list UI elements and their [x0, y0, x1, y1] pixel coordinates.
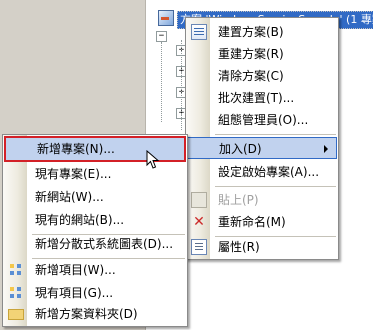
add-submenu: 新增專案(N)... 現有專案(E)... 新網站(W)... 現有的網站(B)…: [2, 134, 188, 327]
menu-item-new-solution-folder[interactable]: 新增方案資料夾(D): [4, 303, 186, 325]
build-solution-icon: [191, 24, 207, 40]
menu-item-batch-build[interactable]: 批次建置(T)...: [187, 87, 337, 109]
menu-item-label: 組態管理員(O)...: [218, 113, 309, 127]
visual-studio-screen: 方案 'WindowsServiceSample' (1 專案) − + + +…: [0, 0, 373, 330]
collapse-project-icon[interactable]: −: [156, 31, 167, 42]
menu-item-clean-solution[interactable]: 清除方案(C): [187, 65, 337, 87]
menu-item-label: 重新命名(M): [218, 215, 286, 229]
existing-item-icon: [8, 285, 24, 301]
menu-item-rename[interactable]: ✕ 重新命名(M): [187, 211, 337, 233]
menu-item-existing-item[interactable]: 現有項目(G)...: [4, 282, 186, 304]
mouse-pointer-icon: [146, 150, 160, 169]
properties-icon: [191, 239, 207, 255]
menu-item-label: 重建方案(R): [218, 47, 284, 61]
menu-item-configuration-manager[interactable]: 組態管理員(O)...: [187, 109, 337, 131]
tree-line: [161, 42, 163, 122]
menu-item-label: 清除方案(C): [218, 69, 284, 83]
menu-item-label: 貼上(P): [218, 193, 259, 207]
menu-item-properties[interactable]: 屬性(R): [187, 236, 337, 258]
tree-line: [181, 40, 183, 130]
menu-item-label: 新增專案(N)...: [37, 142, 115, 156]
menu-item-add[interactable]: 加入(D): [187, 137, 337, 159]
new-item-icon: [8, 262, 24, 278]
menu-item-rebuild-solution[interactable]: 重建方案(R): [187, 43, 337, 65]
menu-separator: [215, 186, 336, 187]
solution-context-menu: 建置方案(B) 重建方案(R) 清除方案(C) 批次建置(T)... 組態管理員…: [185, 17, 339, 260]
menu-item-label: 現有專案(E)...: [35, 167, 112, 181]
menu-item-set-startup-projects[interactable]: 設定啟始專案(A)...: [187, 161, 337, 183]
menu-separator: [215, 134, 336, 135]
menu-item-label: 設定啟始專案(A)...: [218, 165, 320, 179]
menu-item-label: 新網站(W)...: [35, 190, 104, 204]
menu-item-new-distributed-diagram[interactable]: 新增分散式系統圖表(D)...: [4, 233, 186, 255]
menu-item-label: 新增方案資料夾(D): [35, 307, 138, 321]
menu-item-label: 建置方案(B): [218, 25, 284, 39]
solution-icon: [158, 10, 174, 26]
menu-item-label: 加入(D): [219, 142, 262, 156]
menu-item-label: 屬性(R): [218, 240, 260, 254]
menu-item-existing-website[interactable]: 現有的網站(B)...: [4, 209, 186, 231]
menu-item-label: 批次建置(T)...: [218, 91, 295, 105]
menu-item-label: 新增分散式系統圖表(D)...: [35, 237, 174, 251]
submenu-arrow-icon: [324, 145, 328, 153]
menu-item-label: 現有的網站(B)...: [35, 213, 125, 227]
rename-icon: ✕: [193, 214, 205, 230]
paste-icon: [191, 192, 207, 208]
menu-item-label: 新增項目(W)...: [35, 263, 116, 277]
menu-item-new-website[interactable]: 新網站(W)...: [4, 186, 186, 208]
new-folder-icon: [8, 309, 24, 320]
menu-item-paste[interactable]: 貼上(P): [187, 189, 337, 211]
menu-item-label: 現有項目(G)...: [35, 286, 114, 300]
menu-item-build-solution[interactable]: 建置方案(B): [187, 21, 337, 43]
menu-item-new-item[interactable]: 新增項目(W)...: [4, 259, 186, 281]
